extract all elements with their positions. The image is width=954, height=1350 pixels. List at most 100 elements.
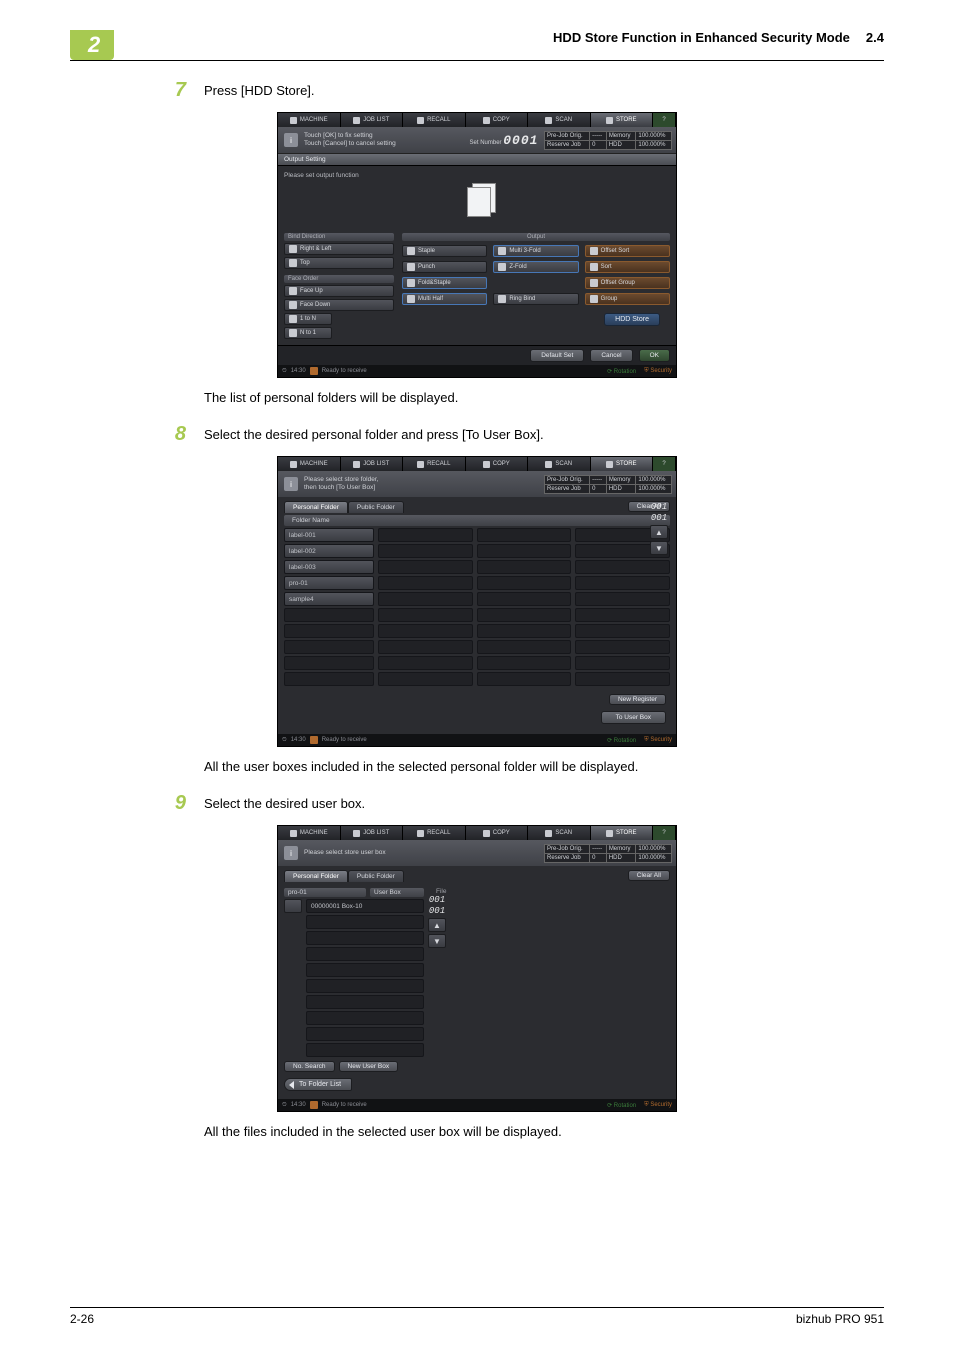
folder-item[interactable] <box>378 560 473 574</box>
folder-item[interactable] <box>575 560 670 574</box>
ok-button[interactable]: OK <box>639 349 670 362</box>
to-folder-list-button[interactable]: To Folder List <box>284 1078 352 1091</box>
folder-item[interactable] <box>575 576 670 590</box>
order-1-to-n[interactable]: 1 to N <box>284 313 332 325</box>
userbox-item[interactable] <box>306 1011 424 1025</box>
folder-item[interactable] <box>284 672 374 686</box>
userbox-item[interactable] <box>306 931 424 945</box>
folder-item[interactable] <box>378 640 473 654</box>
new-user-box-button[interactable]: New User Box <box>339 1061 399 1072</box>
to-user-box-button[interactable]: To User Box <box>601 711 666 724</box>
folder-item[interactable]: pro-01 <box>284 576 374 590</box>
tab-recall[interactable]: RECALL <box>403 457 466 471</box>
tab-personal-folder[interactable]: Personal Folder <box>284 501 348 513</box>
tab-scan[interactable]: SCAN <box>528 113 591 127</box>
folder-item[interactable] <box>575 592 670 606</box>
opt-group[interactable]: Group <box>585 293 670 305</box>
opt-offset-sort[interactable]: Offset Sort <box>585 245 670 257</box>
tab-machine[interactable]: MACHINE <box>278 457 341 471</box>
userbox-item[interactable] <box>306 979 424 993</box>
opt-punch[interactable]: Punch <box>402 261 487 273</box>
tab-help[interactable]: ? <box>653 457 676 471</box>
folder-item[interactable]: sample4 <box>284 592 374 606</box>
no-search-button[interactable]: No. Search <box>284 1061 335 1072</box>
page-up-button[interactable]: ▲ <box>428 918 446 932</box>
folder-item[interactable] <box>477 528 572 542</box>
tab-personal-folder[interactable]: Personal Folder <box>284 870 348 882</box>
folder-item[interactable] <box>477 592 572 606</box>
face-up[interactable]: Face Up <box>284 285 394 297</box>
folder-item[interactable] <box>575 608 670 622</box>
tab-recall[interactable]: RECALL <box>403 826 466 840</box>
folder-item[interactable] <box>477 544 572 558</box>
tab-machine[interactable]: MACHINE <box>278 113 341 127</box>
page-up-button[interactable]: ▲ <box>650 525 668 539</box>
tab-store[interactable]: STORE <box>591 113 654 127</box>
tab-copy[interactable]: COPY <box>466 113 529 127</box>
bind-top[interactable]: Top <box>284 257 394 269</box>
userbox-item[interactable] <box>306 963 424 977</box>
tab-scan[interactable]: SCAN <box>528 457 591 471</box>
folder-item[interactable] <box>378 576 473 590</box>
folder-item[interactable] <box>477 624 572 638</box>
tab-joblist[interactable]: JOB LIST <box>341 826 404 840</box>
folder-item[interactable] <box>477 656 572 670</box>
folder-item[interactable] <box>378 592 473 606</box>
folder-item[interactable] <box>284 608 374 622</box>
userbox-item[interactable] <box>306 915 424 929</box>
tab-joblist[interactable]: JOB LIST <box>341 457 404 471</box>
bind-right-left[interactable]: Right & Left <box>284 243 394 255</box>
new-register-button[interactable]: New Register <box>609 694 666 705</box>
folder-item[interactable] <box>575 640 670 654</box>
folder-item[interactable] <box>378 528 473 542</box>
tab-help[interactable]: ? <box>653 113 676 127</box>
tab-copy[interactable]: COPY <box>466 826 529 840</box>
tab-store[interactable]: STORE <box>591 826 654 840</box>
opt-foldstaple[interactable]: Fold&Staple <box>402 277 487 289</box>
folder-item[interactable]: label-001 <box>284 528 374 542</box>
cancel-button[interactable]: Cancel <box>590 349 632 362</box>
face-down[interactable]: Face Down <box>284 299 394 311</box>
opt-sort[interactable]: Sort <box>585 261 670 273</box>
tab-recall[interactable]: RECALL <box>403 113 466 127</box>
tab-scan[interactable]: SCAN <box>528 826 591 840</box>
folder-item[interactable] <box>378 656 473 670</box>
userbox-item[interactable] <box>306 1027 424 1041</box>
folder-item[interactable] <box>284 656 374 670</box>
tab-store[interactable]: STORE <box>591 457 654 471</box>
opt-zfold[interactable]: Z-Fold <box>493 261 578 273</box>
folder-item[interactable] <box>378 672 473 686</box>
folder-item[interactable] <box>477 608 572 622</box>
opt-staple[interactable]: Staple <box>402 245 487 257</box>
default-set-button[interactable]: Default Set <box>530 349 584 362</box>
folder-item[interactable]: label-003 <box>284 560 374 574</box>
tab-public-folder[interactable]: Public Folder <box>348 501 404 513</box>
folder-item[interactable] <box>575 624 670 638</box>
folder-item[interactable] <box>378 544 473 558</box>
tab-help[interactable]: ? <box>653 826 676 840</box>
opt-multihalf[interactable]: Multi Half <box>402 293 487 305</box>
page-down-button[interactable]: ▼ <box>650 541 668 555</box>
folder-item[interactable]: label-002 <box>284 544 374 558</box>
folder-item[interactable] <box>477 576 572 590</box>
userbox-item[interactable] <box>306 995 424 1009</box>
page-down-button[interactable]: ▼ <box>428 934 446 948</box>
folder-item[interactable] <box>284 624 374 638</box>
tab-copy[interactable]: COPY <box>466 457 529 471</box>
tab-joblist[interactable]: JOB LIST <box>341 113 404 127</box>
folder-item[interactable] <box>477 560 572 574</box>
userbox-item[interactable]: 00000001 Box-10 <box>306 899 424 913</box>
folder-item[interactable] <box>477 672 572 686</box>
opt-offset-group[interactable]: Offset Group <box>585 277 670 289</box>
opt-ringbind[interactable]: Ring Bind <box>493 293 578 305</box>
clear-all-button[interactable]: Clear All <box>628 870 670 881</box>
userbox-item[interactable] <box>306 1043 424 1057</box>
order-n-to-1[interactable]: N to 1 <box>284 327 332 339</box>
userbox-item-select[interactable] <box>284 899 302 913</box>
folder-item[interactable] <box>477 640 572 654</box>
folder-item[interactable] <box>284 640 374 654</box>
folder-item[interactable] <box>378 608 473 622</box>
tab-public-folder[interactable]: Public Folder <box>348 870 404 882</box>
folder-item[interactable] <box>378 624 473 638</box>
userbox-item[interactable] <box>306 947 424 961</box>
